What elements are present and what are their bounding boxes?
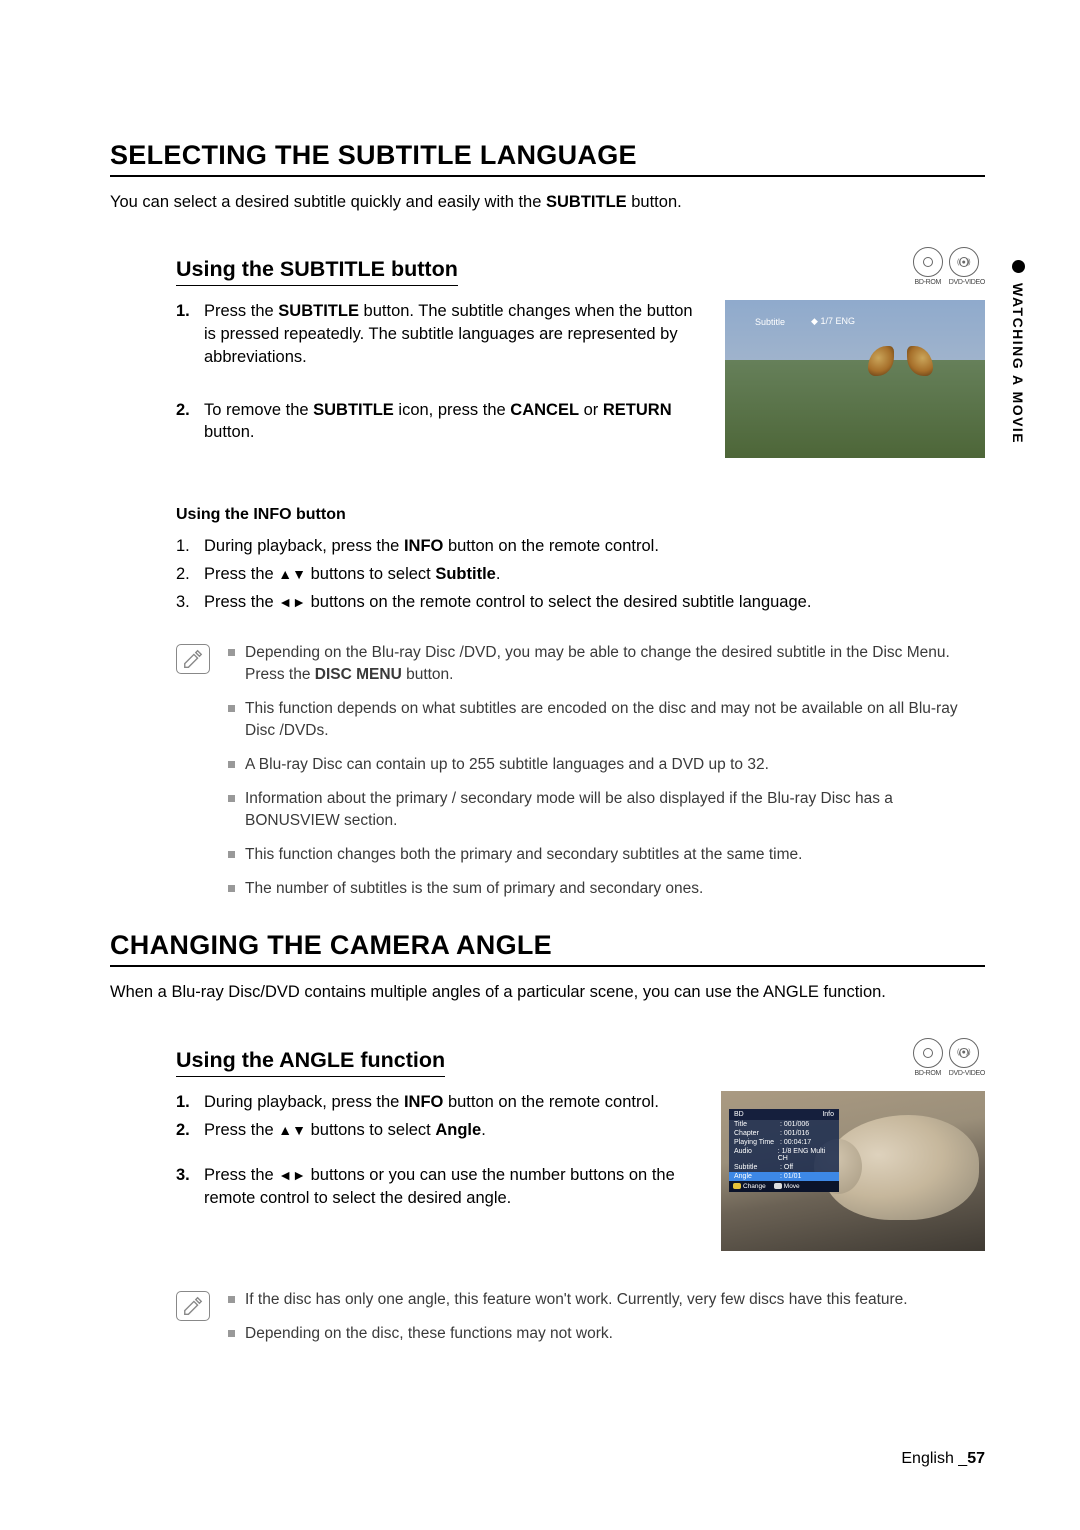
seal-graphic: [824, 1115, 979, 1220]
info-panel: BD Info Title: 001/006Chapter: 001/016Pl…: [729, 1109, 839, 1192]
note-item: Information about the primary / secondar…: [228, 788, 985, 832]
panel-row-selected: Angle : 01/01: [729, 1172, 839, 1181]
disc-compat-icons: BD-ROM ((●)) DVD-VIDEO: [913, 1038, 985, 1077]
bullet-icon: [228, 1296, 235, 1303]
note-pencil-icon: [176, 644, 210, 674]
subtitle-lang-heading: SELECTING THE SUBTITLE LANGUAGE: [110, 140, 985, 177]
note-text: Information about the primary / secondar…: [245, 788, 985, 832]
text: button.: [627, 193, 682, 211]
note-list: If the disc has only one angle, this fea…: [228, 1289, 985, 1357]
up-down-arrow-icon: ▲▼: [278, 563, 306, 587]
disc-compat-icons: BD-ROM ((●)) DVD-VIDEO: [913, 247, 985, 286]
step-3: 3. Press the ◄► buttons on the remote co…: [176, 588, 985, 616]
angle-info-screenshot: BD Info Title: 001/006Chapter: 001/016Pl…: [721, 1091, 985, 1251]
panel-title: BD: [734, 1111, 744, 1118]
using-subtitle-button-heading: Using the SUBTITLE button: [176, 257, 458, 286]
panel-type: Info: [822, 1111, 834, 1118]
bullet-icon: [228, 761, 235, 768]
page-number: 57: [967, 1450, 985, 1467]
bullet-icon: [228, 705, 235, 712]
note-item: Depending on the disc, these functions m…: [228, 1323, 985, 1345]
panel-row: Title: 001/006: [729, 1120, 839, 1129]
left-right-arrow-icon: ◄►: [278, 1166, 306, 1185]
dvd-video-icon: ((●)) DVD-VIDEO: [949, 247, 985, 286]
step-1: 1. During playback, press the INFO butto…: [176, 1091, 703, 1114]
info-button-steps: 1. During playback, press the INFO butto…: [176, 532, 985, 616]
step-2: 2. To remove the SUBTITLE icon, press th…: [176, 399, 707, 445]
panel-row: Subtitle: Off: [729, 1163, 839, 1172]
dvd-video-icon: ((●)) DVD-VIDEO: [949, 1038, 985, 1077]
step-number: 2.: [176, 399, 196, 445]
note-text: Depending on the Blu-ray Disc /DVD, you …: [245, 642, 985, 686]
footer-lang: English: [901, 1450, 958, 1467]
tab-label: WATCHING A MOVIE: [1010, 283, 1026, 444]
panel-row: Audio: 1/8 ENG Multi CH: [729, 1147, 839, 1163]
note-item: The number of subtitles is the sum of pr…: [228, 878, 985, 900]
note-pencil-icon: [176, 1291, 210, 1321]
page-footer: English _57: [901, 1450, 985, 1468]
note-text: The number of subtitles is the sum of pr…: [245, 878, 703, 900]
camera-angle-intro: When a Blu-ray Disc/DVD contains multipl…: [110, 981, 985, 1003]
bullet-icon: [228, 885, 235, 892]
note-item: If the disc has only one angle, this fea…: [228, 1289, 985, 1311]
subtitle-lang-intro: You can select a desired subtitle quickl…: [110, 191, 985, 213]
bd-rom-icon: BD-ROM: [913, 1038, 943, 1077]
text-bold: SUBTITLE: [546, 193, 627, 211]
angle-steps: 1. During playback, press the INFO butto…: [176, 1091, 703, 1210]
bullet-icon: [228, 1330, 235, 1337]
camera-angle-heading: CHANGING THE CAMERA ANGLE: [110, 930, 985, 967]
bd-rom-icon: BD-ROM: [913, 247, 943, 286]
osd-label: Subtitle: [755, 317, 785, 327]
note-text: If the disc has only one angle, this fea…: [245, 1289, 908, 1311]
note-item: A Blu-ray Disc can contain up to 255 sub…: [228, 754, 985, 776]
note-text: A Blu-ray Disc can contain up to 255 sub…: [245, 754, 769, 776]
using-info-button-heading: Using the INFO button: [176, 506, 985, 524]
note-item: This function depends on what subtitles …: [228, 698, 985, 742]
change-key-icon: [733, 1183, 741, 1189]
subtitle-osd-screenshot: Subtitle ◆ 1/7 ENG: [725, 300, 985, 458]
text: You can select a desired subtitle quickl…: [110, 193, 546, 211]
bullet-icon: [228, 795, 235, 802]
step-2: 2. Press the ▲▼ buttons to select Subtit…: [176, 560, 985, 588]
left-right-arrow-icon: ◄►: [278, 591, 306, 615]
note-text: Depending on the disc, these functions m…: [245, 1323, 613, 1345]
step-text: To remove the SUBTITLE icon, press the C…: [204, 399, 707, 445]
step-1: 1. During playback, press the INFO butto…: [176, 532, 985, 560]
angle-notes: If the disc has only one angle, this fea…: [176, 1289, 985, 1357]
panel-row: Chapter: 001/016: [729, 1129, 839, 1138]
osd-value: ◆ 1/7 ENG: [811, 316, 855, 327]
step-2: 2. Press the ▲▼ buttons to select Angle.: [176, 1119, 703, 1142]
note-text: This function depends on what subtitles …: [245, 698, 985, 742]
step-number: 1.: [176, 300, 196, 368]
bullet-icon: [228, 649, 235, 656]
step-3: 3. Press the ◄► buttons or you can use t…: [176, 1164, 703, 1210]
section-side-tab: WATCHING A MOVIE: [1004, 260, 1032, 444]
panel-row: Playing Time: 00:04:17: [729, 1138, 839, 1147]
note-item: Depending on the Blu-ray Disc /DVD, you …: [228, 642, 985, 686]
move-key-icon: [774, 1183, 782, 1189]
tab-bullet-icon: [1012, 260, 1025, 273]
subtitle-steps: 1. Press the SUBTITLE button. The subtit…: [176, 300, 707, 444]
step-text: Press the SUBTITLE button. The subtitle …: [204, 300, 707, 368]
subtitle-notes: Depending on the Blu-ray Disc /DVD, you …: [176, 642, 985, 912]
note-item: This function changes both the primary a…: [228, 844, 985, 866]
step-1: 1. Press the SUBTITLE button. The subtit…: [176, 300, 707, 368]
bullet-icon: [228, 851, 235, 858]
using-angle-function-heading: Using the ANGLE function: [176, 1048, 445, 1077]
butterfly-graphic: [868, 346, 933, 401]
subtitle-osd-overlay: Subtitle ◆ 1/7 ENG: [755, 316, 855, 327]
note-list: Depending on the Blu-ray Disc /DVD, you …: [228, 642, 985, 912]
note-text: This function changes both the primary a…: [245, 844, 802, 866]
up-down-arrow-icon: ▲▼: [278, 1121, 306, 1140]
